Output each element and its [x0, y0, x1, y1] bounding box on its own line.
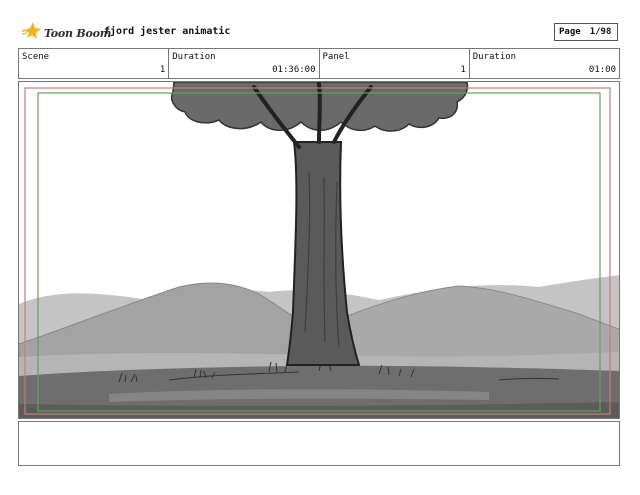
panel-cell: Panel 1	[320, 49, 470, 78]
panel-duration-cell: Duration 01:00	[470, 49, 619, 78]
toon-boom-star-icon	[21, 21, 42, 45]
page-number: 1/98	[589, 27, 612, 37]
panel-value: 1	[460, 65, 466, 75]
scene-duration-label: Duration	[172, 52, 216, 62]
storyboard-panel[interactable]	[18, 81, 620, 419]
scene-value: 1	[159, 65, 166, 75]
caption-box[interactable]	[18, 421, 620, 466]
toon-boom-logo: Toon Boom	[21, 21, 112, 45]
scene-duration-value: 01:36:00	[272, 65, 316, 75]
scene-duration-cell: Duration 01:36:00	[169, 49, 320, 78]
panel-info-row: Scene 1 Duration 01:36:00 Panel 1 Durati…	[18, 48, 620, 79]
panel-duration-label: Duration	[472, 52, 517, 62]
page-indicator: Page 1/98	[554, 23, 618, 41]
page-label: Page	[559, 27, 581, 37]
logo-text: Toon Boom	[44, 26, 112, 40]
panel-duration-value: 01:00	[588, 65, 616, 75]
panel-artwork	[19, 82, 619, 418]
project-title: fjord jester animatic	[104, 26, 231, 37]
scene-cell: Scene 1	[19, 49, 170, 78]
scene-label: Scene	[22, 52, 50, 62]
panel-label: Panel	[322, 52, 350, 62]
tree-trunk	[285, 141, 361, 366]
